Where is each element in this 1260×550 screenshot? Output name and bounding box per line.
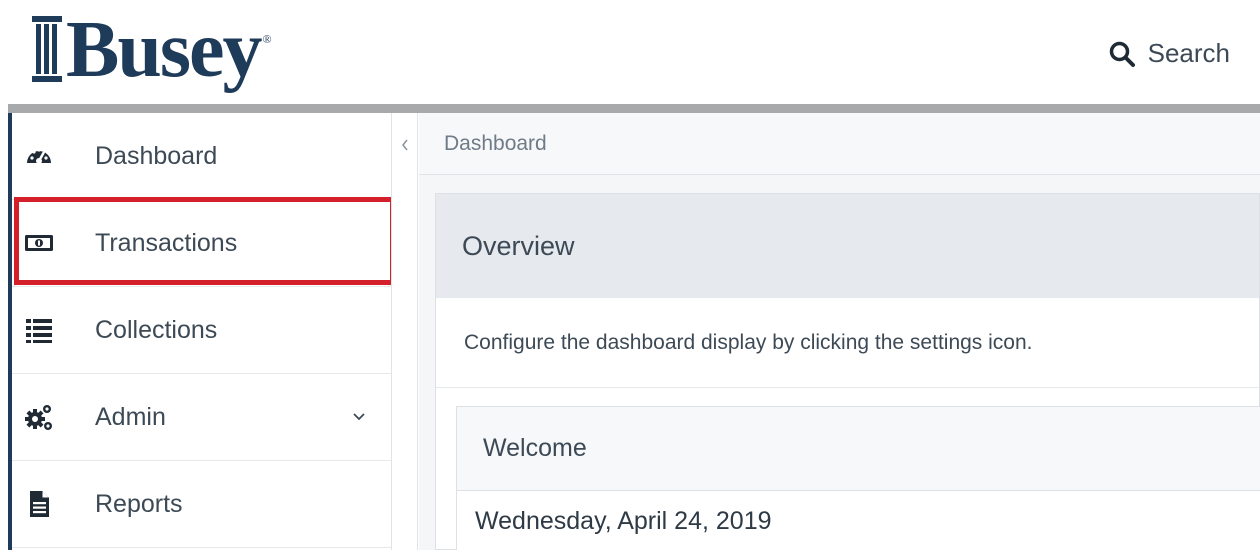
list-icon <box>26 319 52 343</box>
search-label: Search <box>1147 38 1230 68</box>
top-header: Busey ® Search <box>0 0 1260 104</box>
sidebar-divider <box>391 113 418 550</box>
search-button[interactable]: Search <box>1108 38 1230 69</box>
search-icon <box>1109 41 1135 67</box>
sidebar-item-transactions[interactable]: Transactions <box>12 200 391 287</box>
panel-description: Configure the dashboard display by click… <box>436 298 1259 388</box>
sidebar-item-admin[interactable]: Admin <box>12 374 391 461</box>
sidebar-item-label: Admin <box>95 402 166 431</box>
registered-mark: ® <box>262 32 272 46</box>
header-divider <box>8 104 1260 113</box>
app-window: Busey ® Search Dashboard Transactions Co… <box>0 0 1260 550</box>
document-icon <box>30 491 49 517</box>
welcome-title: Welcome <box>457 407 1260 491</box>
welcome-card: Welcome Wednesday, April 24, 2019 <box>456 406 1260 550</box>
sidebar-item-dashboard[interactable]: Dashboard <box>12 113 391 200</box>
sidebar-item-label: Dashboard <box>95 141 218 170</box>
chevron-down-icon[interactable] <box>351 409 367 425</box>
column-logo-mark <box>32 16 62 82</box>
speedometer-icon <box>27 148 51 164</box>
gears-icon <box>25 405 52 430</box>
main-content: Dashboard Overview Configure the dashboa… <box>419 113 1260 550</box>
sidebar-item-label: Transactions <box>95 228 238 257</box>
panel-title: Overview <box>436 194 1259 298</box>
sidebar-nav: Dashboard Transactions Collections Admin… <box>8 113 395 550</box>
sidebar-item-collections[interactable]: Collections <box>12 287 391 374</box>
chevron-left-icon <box>402 139 408 151</box>
sidebar-item-label: Reports <box>95 489 183 518</box>
breadcrumb[interactable]: Dashboard <box>419 113 1260 175</box>
sidebar-item-label: Collections <box>95 315 218 344</box>
logo-wordmark: Busey <box>66 6 262 94</box>
money-bill-icon <box>25 235 53 251</box>
collapse-sidebar-button[interactable] <box>392 133 418 157</box>
sidebar-item-reports[interactable]: Reports <box>12 461 391 548</box>
overview-panel: Overview Configure the dashboard display… <box>435 193 1260 550</box>
busey-logo[interactable]: Busey ® <box>30 8 272 100</box>
welcome-date: Wednesday, April 24, 2019 <box>475 506 772 535</box>
